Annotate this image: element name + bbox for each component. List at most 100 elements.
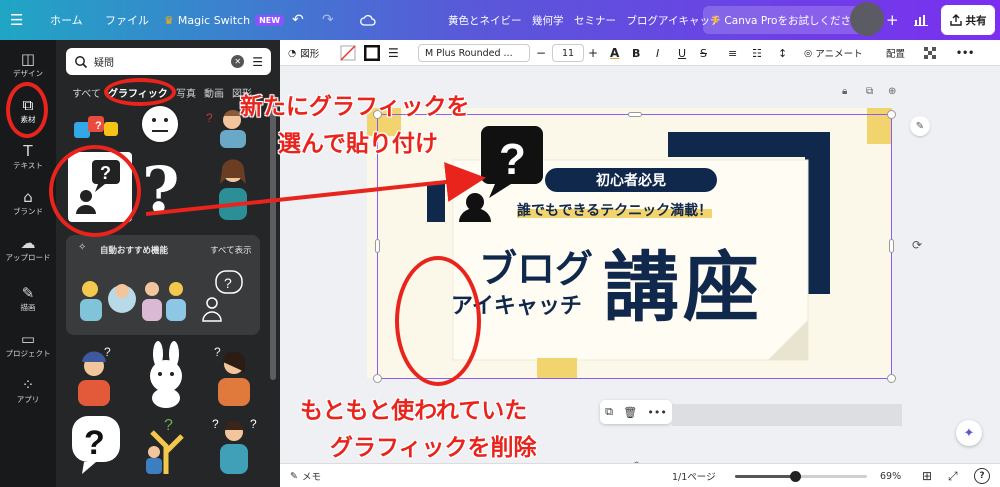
notes-button[interactable]: ✎ メモ bbox=[290, 464, 321, 487]
grid-view-icon[interactable]: ⊞ bbox=[922, 464, 932, 487]
headline-badge[interactable]: 初心者必見 bbox=[545, 168, 717, 192]
cloud-saved-icon[interactable] bbox=[360, 0, 376, 40]
try-pro-button[interactable]: ♛ Canva Proをお試しください bbox=[703, 6, 870, 34]
tab-photos[interactable]: 写真 bbox=[176, 85, 196, 100]
insights-icon[interactable] bbox=[914, 0, 928, 40]
blog-text[interactable]: ブログ bbox=[479, 238, 593, 293]
rail-item-upload[interactable]: ☁ アップロード bbox=[0, 234, 56, 263]
help-button[interactable]: ? bbox=[974, 464, 990, 487]
more-options-button[interactable]: ••• bbox=[956, 40, 974, 66]
avatar[interactable] bbox=[850, 2, 884, 36]
rail-item-text[interactable]: T テキスト bbox=[0, 142, 56, 171]
zoom-slider[interactable] bbox=[735, 464, 867, 487]
zoom-value[interactable]: 69% bbox=[880, 464, 901, 487]
font-selector[interactable]: M Plus Rounded ... bbox=[418, 44, 530, 62]
hamburger-icon[interactable]: ☰ bbox=[10, 0, 23, 40]
trash-icon[interactable]: 🗑︎ bbox=[623, 406, 637, 419]
search-box[interactable]: 疑問 ✕ ☰ bbox=[66, 48, 271, 75]
design-title[interactable]: 黄色とネイビー 幾何学 セミナー ブログアイキャッチ bbox=[448, 0, 720, 40]
align-icon[interactable]: ≡ bbox=[728, 40, 737, 66]
bold-button[interactable]: B bbox=[632, 40, 640, 66]
rail-item-brand[interactable]: ⌂ ブランド bbox=[0, 188, 56, 217]
rail-item-draw[interactable]: ✎ 描画 bbox=[0, 284, 56, 313]
help-icon: ? bbox=[974, 468, 990, 484]
graphic-thumb[interactable]: ?? bbox=[206, 412, 262, 476]
filter-icon[interactable]: ☰ bbox=[252, 55, 263, 69]
panel-scrollbar[interactable] bbox=[270, 100, 276, 380]
position-button[interactable]: 配置 bbox=[886, 40, 905, 66]
more-icon[interactable]: ••• bbox=[647, 406, 666, 419]
magic-switch-button[interactable]: ♛ Magic Switch NEW bbox=[164, 0, 285, 40]
page-count[interactable]: 1/1ページ bbox=[672, 464, 716, 487]
question-mark-graphic[interactable]: ? bbox=[140, 152, 186, 222]
graphic-thumb[interactable] bbox=[138, 340, 194, 408]
rail-item-design[interactable]: ◫ デザイン bbox=[0, 50, 56, 79]
magic-assistant-icon[interactable]: ✦ bbox=[956, 420, 982, 446]
course-text[interactable]: 講座 bbox=[603, 226, 763, 336]
graphic-thumb[interactable]: ? bbox=[138, 412, 194, 476]
add-page-bar[interactable] bbox=[672, 404, 902, 426]
share-button[interactable]: 共有 bbox=[941, 5, 995, 35]
transparency-icon[interactable] bbox=[924, 40, 937, 66]
subline-text[interactable]: 誰でもできるテクニック満載！ bbox=[517, 200, 713, 220]
pasted-question-graphic[interactable]: ? bbox=[453, 126, 545, 222]
spacing-icon[interactable]: ↕ bbox=[778, 40, 787, 66]
notes-label: メモ bbox=[301, 472, 321, 483]
svg-text:?: ? bbox=[206, 111, 213, 125]
redo-icon[interactable]: ↷ bbox=[322, 0, 334, 40]
list-icon[interactable]: ☷ bbox=[752, 40, 762, 66]
add-collaborator-button[interactable]: + bbox=[886, 0, 899, 40]
italic-button[interactable]: I bbox=[656, 40, 659, 66]
duplicate-page-icon[interactable]: ⧉ bbox=[866, 86, 873, 97]
add-page-icon[interactable]: ⊕ bbox=[888, 86, 896, 97]
font-size-input[interactable]: 11 bbox=[552, 44, 584, 62]
graphic-thumb[interactable]: ? bbox=[68, 108, 128, 148]
no-fill-icon bbox=[340, 45, 356, 61]
graphic-thumb[interactable] bbox=[206, 152, 260, 222]
home-menu[interactable]: ホーム bbox=[50, 0, 83, 40]
strikethrough-button[interactable]: S bbox=[700, 40, 707, 66]
rail-item-apps[interactable]: ⁘ アプリ bbox=[0, 376, 56, 405]
comment-icon[interactable]: ✎ bbox=[910, 116, 930, 136]
annotation-circle-elements bbox=[6, 82, 48, 138]
font-name: M Plus Rounded ... bbox=[425, 47, 513, 59]
graphic-thumb[interactable] bbox=[138, 102, 182, 146]
rail-label: 描画 bbox=[20, 303, 36, 312]
element-mini-toolbar: ⧉ 🗑︎ ••• bbox=[600, 400, 672, 424]
see-all-link[interactable]: すべて表示 bbox=[210, 244, 252, 256]
border-color-button[interactable] bbox=[364, 40, 380, 66]
fullscreen-icon[interactable]: ⤢ bbox=[948, 464, 958, 487]
rotate-icon[interactable]: ⟳ bbox=[912, 238, 922, 252]
suggestion-thumb[interactable]: ? bbox=[198, 269, 250, 325]
annotation-circle-selected-graphic bbox=[49, 145, 141, 237]
crown-icon: ♛ bbox=[711, 14, 721, 26]
font-size-decrease[interactable]: − bbox=[536, 40, 546, 66]
fill-color-button[interactable] bbox=[340, 40, 356, 66]
clear-search-icon[interactable]: ✕ bbox=[231, 55, 245, 68]
copy-icon[interactable]: ⧉ bbox=[605, 405, 613, 419]
border-style-icon[interactable]: ☰ bbox=[388, 40, 399, 66]
rail-item-projects[interactable]: ▭ プロジェクト bbox=[0, 330, 56, 359]
graphic-thumb[interactable]: ? bbox=[68, 412, 126, 476]
animate-button[interactable]: ◎ アニメート bbox=[804, 40, 863, 66]
file-menu[interactable]: ファイル bbox=[105, 0, 149, 40]
undo-icon[interactable]: ↶ bbox=[292, 0, 304, 40]
auto-suggestions-card: ✧ 自動おすすめ機能 すべて表示 ? bbox=[66, 235, 260, 335]
shapes-button[interactable]: ◔ 図形 bbox=[288, 40, 319, 66]
graphic-thumb[interactable]: ? bbox=[68, 342, 124, 408]
share-icon bbox=[949, 14, 962, 26]
text-color-icon[interactable]: A bbox=[610, 40, 619, 66]
notes-icon: ✎ bbox=[290, 470, 298, 482]
folder-icon: ▭ bbox=[20, 330, 36, 348]
tab-videos[interactable]: 動画 bbox=[204, 85, 224, 100]
upload-icon: ☁ bbox=[20, 234, 36, 252]
zoom-knob[interactable] bbox=[790, 470, 801, 482]
graphic-thumb[interactable]: ? bbox=[206, 340, 262, 408]
font-size-increase[interactable]: + bbox=[588, 40, 598, 66]
underline-button[interactable]: U bbox=[678, 40, 686, 66]
top-bar: ☰ ホーム ファイル ♛ Magic Switch NEW ↶ ↷ 黄色とネイビ… bbox=[0, 0, 1000, 40]
suggestion-thumb[interactable] bbox=[76, 269, 190, 325]
search-input[interactable]: 疑問 bbox=[94, 54, 231, 69]
lock-icon[interactable]: 🔒︎ bbox=[842, 86, 847, 97]
tab-all[interactable]: すべて bbox=[72, 85, 101, 100]
